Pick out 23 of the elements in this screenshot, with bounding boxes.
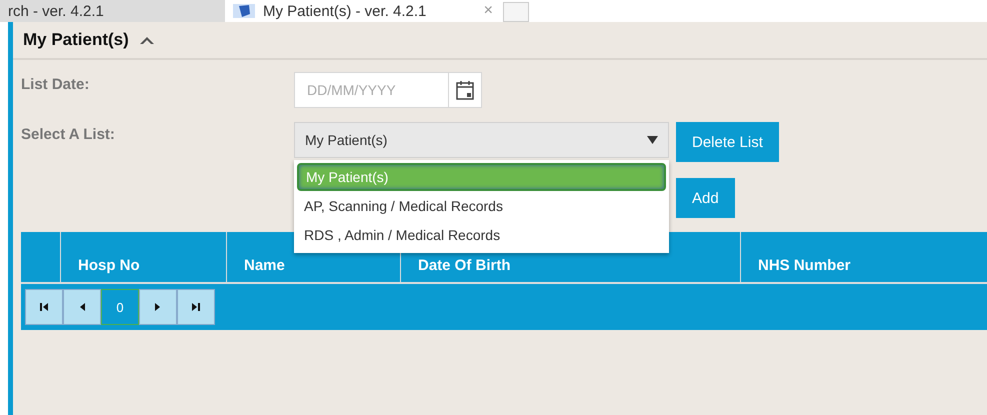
field-label: List Date:	[21, 75, 90, 95]
last-page-icon[interactable]	[177, 289, 215, 325]
collapse-icon[interactable]	[138, 35, 155, 45]
column-header[interactable]: Hosp No	[78, 257, 140, 274]
page-number[interactable]: 0	[101, 289, 139, 325]
calendar-icon[interactable]	[448, 72, 482, 108]
field-label: Select A List:	[21, 125, 116, 145]
document-icon	[233, 4, 255, 18]
dropdown-option[interactable]: AP, Scanning / Medical Records	[297, 191, 666, 220]
panel-title: My Patient(s)	[23, 30, 129, 50]
column-header[interactable]: Name	[244, 257, 285, 274]
delete-list-button[interactable]: Delete List	[676, 122, 779, 162]
dropdown-option[interactable]: My Patient(s)	[297, 163, 666, 191]
column-header[interactable]: Date Of Birth	[418, 257, 511, 274]
date-field[interactable]: DD/MM/YYYY	[294, 72, 448, 108]
add-button[interactable]: Add	[676, 178, 735, 218]
first-page-icon[interactable]	[25, 289, 63, 325]
close-icon[interactable]: ×	[484, 2, 493, 20]
caret-icon	[647, 136, 658, 144]
list-dropdown[interactable]: My Patient(s)	[294, 122, 669, 158]
dropdown-option[interactable]: RDS , Admin / Medical Records	[297, 220, 666, 249]
tab[interactable]: rch - ver. 4.2.1	[0, 0, 225, 22]
column-header[interactable]: NHS Number	[758, 257, 851, 274]
